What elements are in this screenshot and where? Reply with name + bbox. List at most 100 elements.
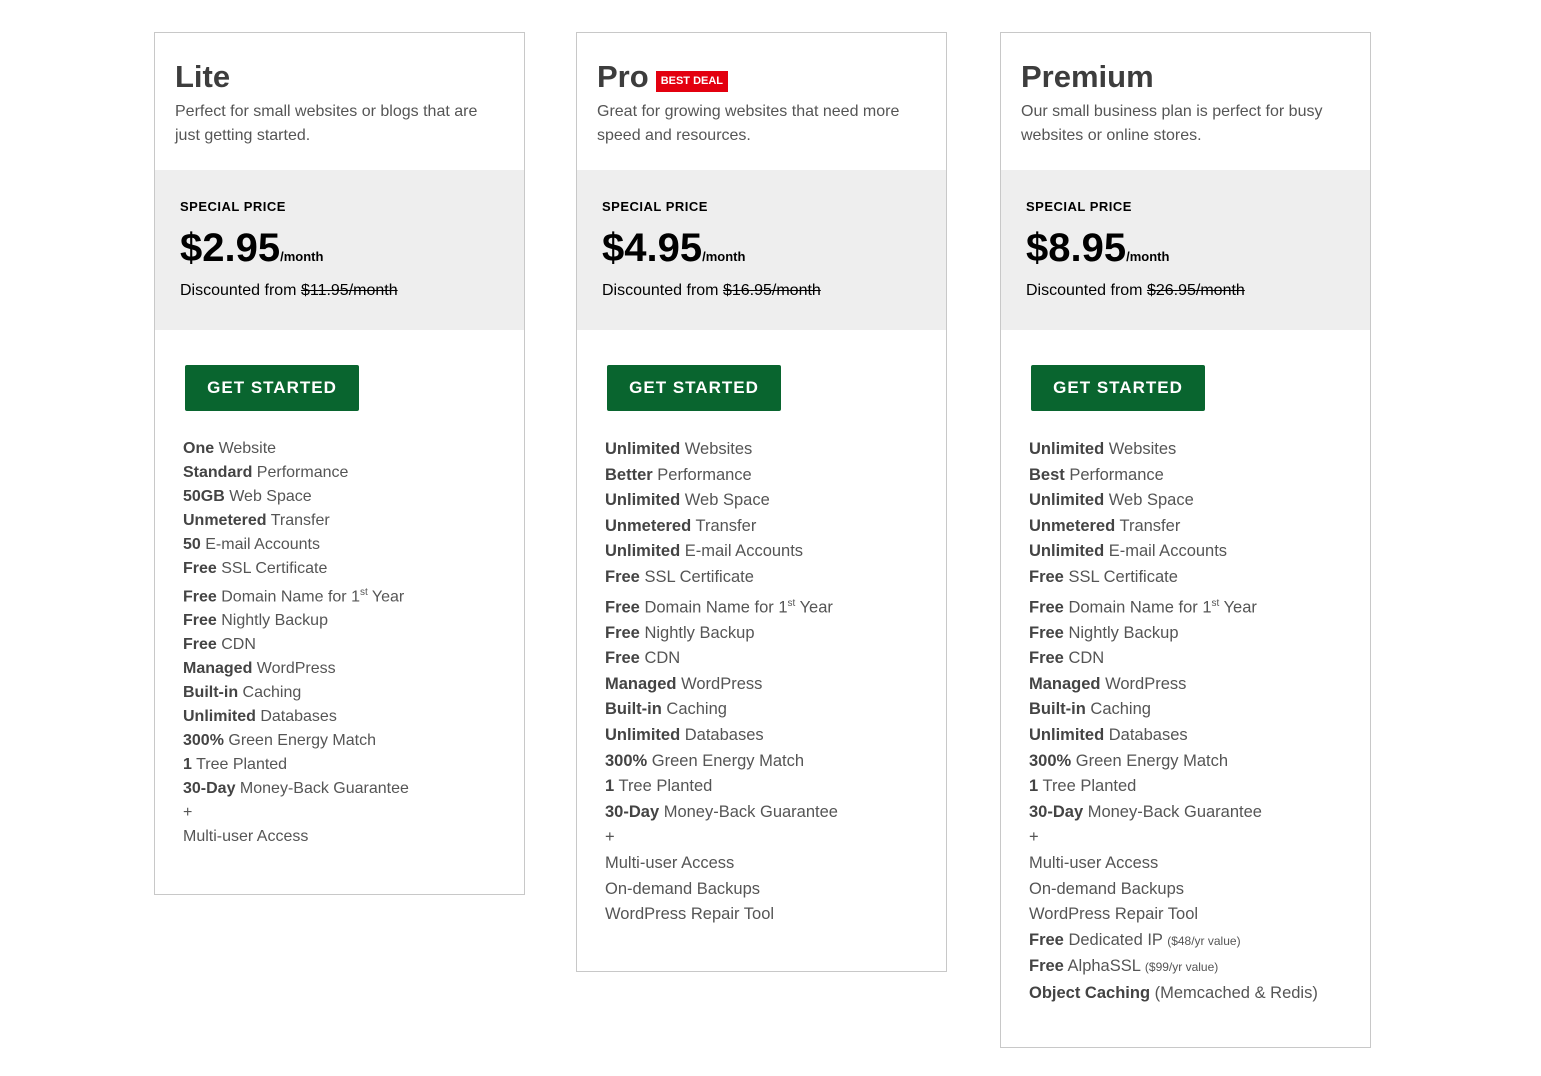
feature-item: Best Performance bbox=[1029, 463, 1370, 489]
feature-highlight: Free bbox=[183, 636, 217, 654]
discount-prefix: Discounted from bbox=[602, 282, 719, 299]
feature-text: Caching bbox=[661, 700, 727, 719]
feature-item: Unlimited Databases bbox=[1029, 723, 1370, 749]
feature-text-after: Year bbox=[1219, 598, 1257, 617]
feature-text: Multi-user Access bbox=[1029, 854, 1159, 872]
feature-item: Free Domain Name for 1st Year bbox=[605, 591, 946, 621]
feature-text: E-mail Accounts bbox=[1104, 542, 1228, 561]
feature-item: 30-Day Money-Back Guarantee bbox=[605, 800, 946, 826]
feature-text: Money-Back Guarantee bbox=[1083, 802, 1262, 821]
feature-text: Performance bbox=[652, 465, 752, 484]
get-started-button[interactable]: GET STARTED bbox=[1031, 365, 1205, 411]
feature-item: Free SSL Certificate bbox=[1029, 565, 1370, 591]
feature-text: Web Space bbox=[224, 488, 312, 505]
feature-text: Website bbox=[214, 440, 277, 457]
discount-text: Discounted from $16.95/month bbox=[602, 282, 921, 300]
feature-text: On-demand Backups bbox=[605, 879, 761, 898]
feature-item: Unlimited Web Space bbox=[1029, 488, 1370, 514]
feature-item: Built-in Caching bbox=[605, 697, 946, 723]
feature-item: Multi-user Access bbox=[183, 825, 524, 849]
feature-text: SSL Certificate bbox=[216, 560, 328, 577]
plan-name: Pro bbox=[597, 59, 649, 94]
feature-highlight: Unlimited bbox=[605, 491, 681, 510]
feature-highlight: Free bbox=[1029, 623, 1064, 642]
get-started-button[interactable]: GET STARTED bbox=[607, 365, 781, 411]
best-deal-badge: BEST DEAL bbox=[655, 70, 729, 92]
feature-item: Free CDN bbox=[605, 646, 946, 672]
feature-highlight: 30-Day bbox=[183, 780, 236, 798]
feature-highlight: 300% bbox=[183, 732, 224, 750]
feature-text: Green Energy Match bbox=[223, 732, 376, 750]
feature-item: Unlimited Databases bbox=[183, 705, 524, 729]
price-period: /month bbox=[702, 249, 746, 264]
feature-highlight: 30-Day bbox=[1029, 802, 1084, 821]
feature-item: 300% Green Energy Match bbox=[605, 749, 946, 775]
feature-text: Databases bbox=[255, 708, 337, 726]
plan-card-pro: Pro BEST DEAL Great for growing websites… bbox=[576, 32, 947, 972]
feature-text: Web Space bbox=[680, 491, 770, 510]
feature-text: Dedicated IP bbox=[1063, 930, 1168, 949]
feature-text: E-mail Accounts bbox=[680, 542, 804, 561]
feature-text: Tree Planted bbox=[1038, 777, 1137, 796]
plan-header: Lite Perfect for small websites or blogs… bbox=[155, 33, 524, 170]
feature-item: + bbox=[605, 825, 946, 851]
feature-item: One Website bbox=[183, 437, 524, 461]
feature-highlight: Free bbox=[605, 598, 640, 617]
feature-text: CDN bbox=[1063, 649, 1105, 668]
plan-card-premium: Premium Our small business plan is perfe… bbox=[1000, 32, 1371, 1048]
feature-text: Databases bbox=[1104, 726, 1188, 745]
feature-text: Databases bbox=[680, 726, 764, 745]
feature-text: Green Energy Match bbox=[647, 751, 805, 770]
feature-highlight: Unlimited bbox=[183, 708, 256, 726]
feature-item: Free Nightly Backup bbox=[1029, 621, 1370, 647]
feature-highlight: Unlimited bbox=[1029, 726, 1105, 745]
feature-text: SSL Certificate bbox=[639, 567, 754, 586]
feature-text: (Memcached & Redis) bbox=[1150, 983, 1318, 1002]
feature-item: Unlimited E-mail Accounts bbox=[1029, 539, 1370, 565]
feature-text: Caching bbox=[1085, 700, 1151, 719]
feature-text: Nightly Backup bbox=[1063, 623, 1179, 642]
feature-item: Free CDN bbox=[183, 633, 524, 657]
feature-item: Object Caching (Memcached & Redis) bbox=[1029, 981, 1370, 1007]
feature-highlight: 1 bbox=[605, 777, 615, 796]
get-started-button[interactable]: GET STARTED bbox=[185, 365, 359, 411]
feature-item: 300% Green Energy Match bbox=[183, 729, 524, 753]
feature-item: 1 Tree Planted bbox=[605, 774, 946, 800]
feature-item: Unlimited Databases bbox=[605, 723, 946, 749]
feature-item: WordPress Repair Tool bbox=[1029, 902, 1370, 928]
feature-highlight: Managed bbox=[183, 660, 253, 678]
feature-text: + bbox=[183, 804, 193, 822]
feature-highlight: 50GB bbox=[183, 488, 225, 505]
feature-item: On-demand Backups bbox=[605, 877, 946, 903]
feature-highlight: Unlimited bbox=[1029, 440, 1105, 458]
feature-text-after: Year bbox=[795, 598, 833, 617]
original-price: $26.95/month bbox=[1146, 282, 1245, 299]
feature-highlight: One bbox=[183, 440, 215, 457]
feature-text: Domain Name for 1 bbox=[1063, 598, 1212, 617]
plan-name: Lite bbox=[175, 59, 231, 94]
plan-card-lite: Lite Perfect for small websites or blogs… bbox=[154, 32, 525, 895]
feature-highlight: Managed bbox=[1029, 674, 1101, 693]
price-period: /month bbox=[280, 249, 324, 264]
special-price-label: SPECIAL PRICE bbox=[1026, 199, 1132, 214]
feature-text: WordPress bbox=[676, 674, 763, 693]
feature-text: AlphaSSL bbox=[1063, 957, 1145, 976]
feature-highlight: 300% bbox=[605, 751, 648, 770]
discount-text: Discounted from $11.95/month bbox=[180, 282, 499, 300]
feature-highlight: Unlimited bbox=[605, 440, 681, 458]
feature-text-after: Year bbox=[367, 588, 405, 606]
feature-highlight: Free bbox=[605, 649, 640, 668]
feature-text: Performance bbox=[252, 464, 349, 481]
feature-item: 50GB Web Space bbox=[183, 485, 524, 509]
feature-highlight: Standard bbox=[183, 464, 253, 481]
feature-item: Unmetered Transfer bbox=[1029, 514, 1370, 540]
plan-name: Premium bbox=[1021, 59, 1154, 94]
feature-item: Free CDN bbox=[1029, 646, 1370, 672]
feature-highlight: Free bbox=[183, 560, 217, 577]
feature-list: Unlimited Websites Better Performance Unli… bbox=[577, 437, 946, 928]
feature-text: WordPress Repair Tool bbox=[605, 905, 775, 924]
feature-item: 1 Tree Planted bbox=[1029, 774, 1370, 800]
feature-text: Nightly Backup bbox=[216, 612, 328, 630]
feature-item: 30-Day Money-Back Guarantee bbox=[183, 777, 524, 801]
feature-text: + bbox=[1029, 828, 1039, 847]
